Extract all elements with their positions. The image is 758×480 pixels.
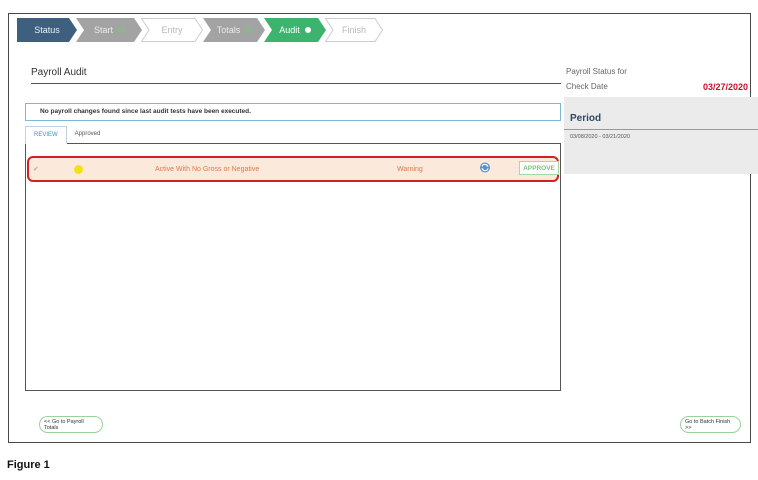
audit-severity: Warning [397, 165, 423, 173]
tab-review[interactable]: REVIEW [25, 126, 67, 144]
step-label: Start [93, 25, 113, 35]
payroll-status-label: Payroll Status for [566, 67, 627, 76]
go-to-batch-finish-button[interactable]: Go to Batch Finish >> [680, 416, 741, 433]
step-audit[interactable]: Audit [264, 18, 326, 42]
period-range: 03/08/2020 - 03/21/2020 [570, 134, 630, 140]
approve-button[interactable]: APPROVE [519, 161, 559, 175]
period-heading: Period [570, 113, 602, 124]
step-label: Finish [341, 25, 366, 35]
step-finish[interactable]: Finish [325, 18, 383, 42]
step-current-icon [304, 27, 311, 33]
step-label: Status [34, 25, 60, 35]
title-divider [31, 83, 561, 84]
step-complete-icon [118, 27, 124, 33]
refresh-icon-graphic [480, 162, 490, 173]
warning-status-icon [74, 164, 83, 174]
figure-caption: Figure 1 [7, 459, 50, 471]
check-icon: ✔ [33, 166, 39, 173]
step-status[interactable]: Status [17, 18, 77, 42]
audit-notice: No payroll changes found since last audi… [25, 103, 561, 121]
audit-tabs: REVIEW Approved [25, 126, 107, 144]
check-date-label: Check Date [566, 82, 608, 91]
payroll-audit-window: Status Start Entry Totals Audit Finish P… [8, 13, 758, 443]
page-title: Payroll Audit [31, 67, 87, 78]
step-entry[interactable]: Entry [141, 18, 203, 42]
audit-result-row[interactable]: ✔ Active With No Gross or Negative Warni… [27, 156, 559, 182]
check-date-value: 03/27/2020 [703, 82, 749, 92]
step-label: Entry [161, 25, 183, 35]
refresh-icon[interactable] [479, 162, 491, 175]
go-to-payroll-totals-button[interactable]: << Go to Payroll Totals [39, 416, 103, 433]
tab-approved[interactable]: Approved [66, 126, 107, 144]
step-label: Totals [216, 25, 241, 35]
step-start[interactable]: Start [76, 18, 142, 42]
period-divider [564, 129, 758, 130]
step-totals[interactable]: Totals [203, 18, 265, 42]
step-label: Audit [279, 25, 300, 35]
audit-description: Active With No Gross or Negative [155, 165, 260, 173]
